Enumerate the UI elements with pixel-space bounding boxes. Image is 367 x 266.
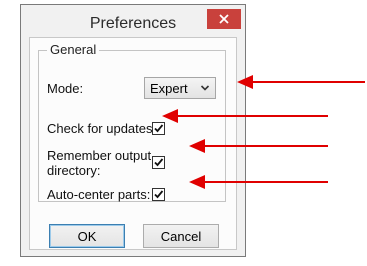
- title-bar[interactable]: Preferences: [21, 5, 245, 38]
- group-title: General: [47, 42, 100, 57]
- mode-select-value: Expert: [150, 80, 188, 96]
- remember-dir-checkbox[interactable]: [152, 156, 165, 169]
- auto-center-label: Auto-center parts:: [47, 187, 151, 202]
- mode-label: Mode:: [47, 81, 84, 96]
- cancel-button[interactable]: Cancel: [143, 224, 219, 248]
- ok-button[interactable]: OK: [49, 224, 125, 248]
- close-button[interactable]: [207, 9, 241, 29]
- remember-dir-label-line2: directory:: [47, 163, 101, 178]
- annotation-arrow-auto-center: [189, 175, 328, 189]
- annotation-arrow-mode: [237, 75, 365, 89]
- preferences-dialog: Preferences General Mode: Expert Check f…: [20, 4, 246, 257]
- auto-center-checkbox[interactable]: [152, 188, 165, 201]
- checkmark-icon: [154, 190, 164, 199]
- checkmark-icon: [154, 158, 164, 167]
- check-updates-label: Check for updates:: [47, 121, 157, 136]
- annotation-arrow-check-updates: [162, 109, 328, 123]
- mode-select[interactable]: Expert: [144, 77, 216, 99]
- close-icon: [219, 14, 229, 24]
- remember-dir-label-line1: Remember output: [47, 148, 152, 163]
- annotation-arrow-remember-dir: [189, 139, 328, 153]
- chevron-down-icon: [200, 85, 210, 91]
